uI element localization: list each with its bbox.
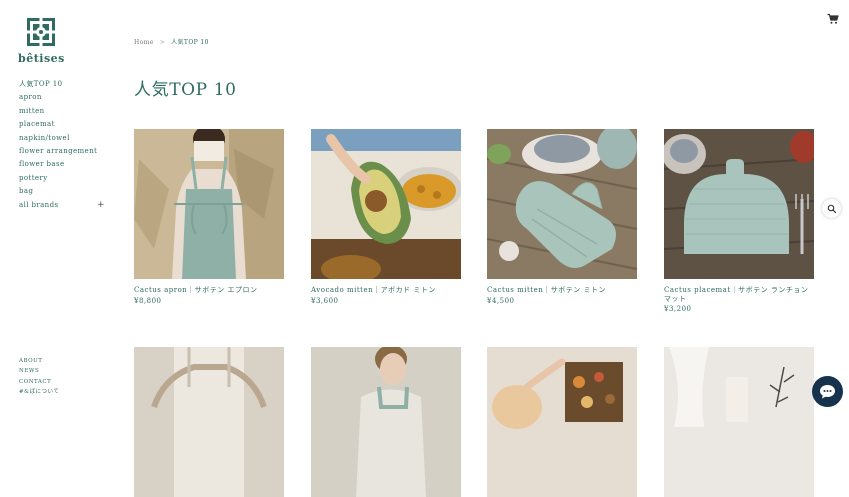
product-price: ¥8,800 bbox=[134, 296, 162, 305]
brand-name: bêtises bbox=[18, 52, 65, 65]
product-card[interactable] bbox=[487, 347, 637, 497]
product-card[interactable]: Avocado mitten｜アボカド ミトン ¥3,600 bbox=[311, 129, 461, 305]
footer-link-brand-info[interactable]: #&ばについて bbox=[19, 387, 59, 397]
product-name[interactable]: Cactus placemat｜サボテン ランチョンマット bbox=[664, 286, 814, 303]
sidebar-nav: 人気TOP 10 apron mitten placemat napkin/to… bbox=[19, 78, 109, 212]
sidebar-item-flower-arrangement[interactable]: flower arrangement bbox=[19, 145, 109, 158]
product-card[interactable]: Cactus mitten｜サボテン ミトン ¥4,500 bbox=[487, 129, 637, 305]
footer-link-contact[interactable]: CONTACT bbox=[19, 377, 59, 387]
chat-button[interactable] bbox=[812, 376, 843, 407]
product-card[interactable] bbox=[134, 347, 284, 497]
product-price: ¥4,500 bbox=[487, 296, 515, 305]
expand-plus-icon[interactable]: + bbox=[97, 199, 105, 212]
product-image[interactable] bbox=[664, 347, 814, 497]
sidebar-item-apron[interactable]: apron bbox=[19, 91, 109, 104]
sidebar-item-mitten[interactable]: mitten bbox=[19, 105, 109, 118]
sidebar-item-label: all brands bbox=[19, 200, 59, 209]
product-name[interactable]: Avocado mitten｜アボカド ミトン bbox=[311, 286, 461, 295]
product-image[interactable] bbox=[487, 129, 637, 279]
sidebar-item-all-brands[interactable]: all brands + bbox=[19, 199, 109, 212]
product-card[interactable]: Cactus placemat｜サボテン ランチョンマット ¥3,200 bbox=[664, 129, 814, 313]
product-card[interactable] bbox=[311, 347, 461, 497]
breadcrumb-current: 人気TOP 10 bbox=[171, 39, 209, 46]
search-button[interactable] bbox=[822, 199, 841, 218]
footer-link-about[interactable]: ABOUT bbox=[19, 356, 59, 366]
sidebar-item-napkin-towel[interactable]: napkin/towel bbox=[19, 132, 109, 145]
footer-links: ABOUT NEWS CONTACT #&ばについて bbox=[19, 356, 59, 397]
product-image[interactable] bbox=[664, 129, 814, 279]
product-price: ¥3,600 bbox=[311, 296, 339, 305]
product-image[interactable] bbox=[134, 129, 284, 279]
search-icon bbox=[827, 204, 836, 213]
sidebar-item-flower-base[interactable]: flower base bbox=[19, 158, 109, 171]
product-name[interactable]: Cactus mitten｜サボテン ミトン bbox=[487, 286, 637, 295]
sidebar-item-top10[interactable]: 人気TOP 10 bbox=[19, 78, 109, 91]
product-image[interactable] bbox=[487, 347, 637, 497]
product-image[interactable] bbox=[311, 347, 461, 497]
product-name[interactable]: Cactus apron｜サボテン エプロン bbox=[134, 286, 284, 295]
product-card[interactable] bbox=[664, 347, 814, 497]
product-image[interactable] bbox=[311, 129, 461, 279]
brand-logo[interactable]: bêtises bbox=[18, 18, 64, 65]
product-card[interactable]: Cactus apron｜サボテン エプロン ¥8,800 bbox=[134, 129, 284, 305]
logo-tile-icon bbox=[27, 18, 55, 46]
sidebar-item-bag[interactable]: bag bbox=[19, 185, 109, 198]
product-image[interactable] bbox=[134, 347, 284, 497]
breadcrumb: Home > 人気TOP 10 bbox=[134, 37, 209, 46]
chat-icon bbox=[820, 385, 835, 399]
sidebar-item-pottery[interactable]: pottery bbox=[19, 172, 109, 185]
breadcrumb-separator: > bbox=[159, 39, 166, 46]
footer-link-news[interactable]: NEWS bbox=[19, 366, 59, 376]
sidebar-item-placemat[interactable]: placemat bbox=[19, 118, 109, 131]
breadcrumb-home[interactable]: Home bbox=[134, 39, 154, 46]
page-title: 人気TOP 10 bbox=[134, 80, 237, 100]
product-price: ¥3,200 bbox=[664, 305, 692, 313]
cart-icon[interactable] bbox=[827, 13, 839, 25]
